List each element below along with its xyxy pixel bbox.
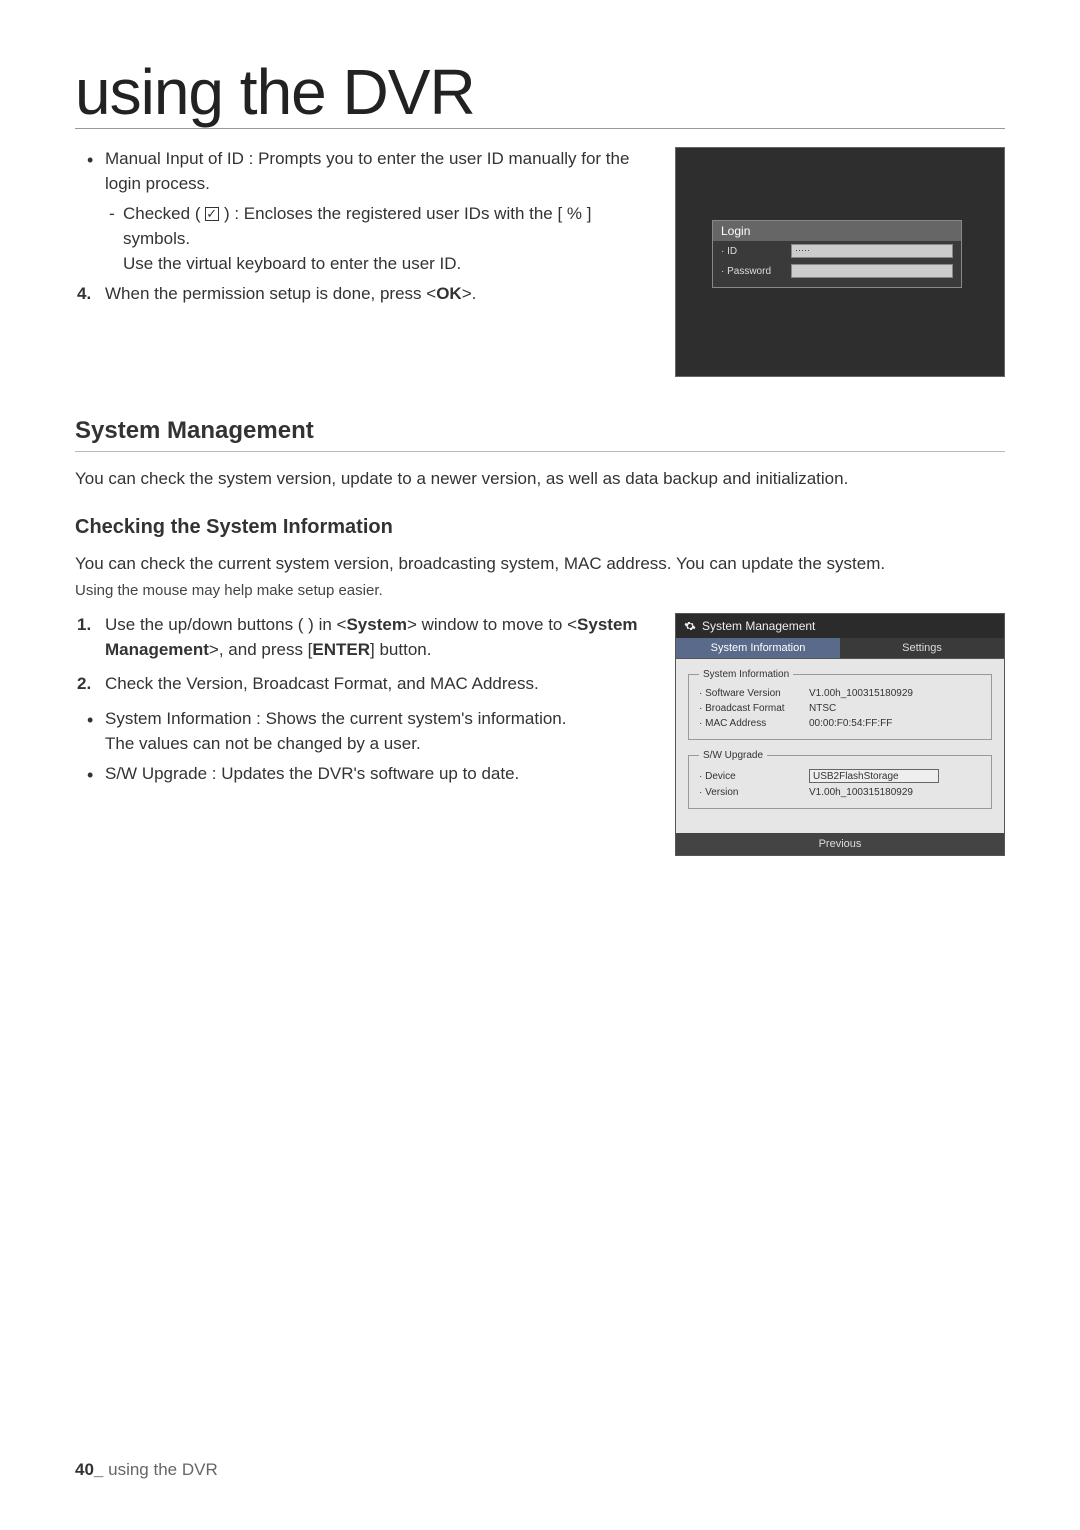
- bullet-sysinfo-b: The values can not be changed by a user.: [105, 734, 421, 753]
- row-mac-address-value: 00:00:F0:54:FF:FF: [809, 718, 981, 729]
- login-password-label: · Password: [721, 266, 791, 277]
- bullet-sysinfo-a: System Information : Shows the current s…: [105, 709, 566, 728]
- row-broadcast-format-value: NTSC: [809, 703, 981, 714]
- row-mac-address-label: · MAC Address: [699, 718, 809, 729]
- login-dialog-title: Login: [713, 221, 961, 241]
- page-footer: 40_ using the DVR: [75, 1460, 218, 1480]
- bullet-manual-input: Manual Input of ID : Prompts you to ente…: [105, 147, 651, 276]
- step-4-ok: OK: [436, 284, 462, 303]
- row-version-label: · Version: [699, 787, 809, 798]
- step-1-system: System: [346, 615, 406, 634]
- step-1-enter: ENTER: [312, 640, 370, 659]
- dash-checked-pre: Checked (: [123, 204, 200, 223]
- sys-panel-titlebar: System Management: [676, 614, 1004, 638]
- row-software-version-value: V1.00h_100315180929: [809, 688, 981, 699]
- login-password-input[interactable]: [791, 264, 953, 278]
- previous-button[interactable]: Previous: [676, 833, 1004, 855]
- subsection-mouse-note: Using the mouse may help make setup easi…: [75, 582, 1005, 599]
- login-id-label: · ID: [721, 246, 791, 257]
- step-4: 4. When the permission setup is done, pr…: [105, 282, 651, 307]
- section-system-management-intro: You can check the system version, update…: [75, 466, 1005, 492]
- device-select[interactable]: USB2FlashStorage: [809, 769, 939, 783]
- subsection-checking-sysinfo-title: Checking the System Information: [75, 516, 1005, 539]
- step-2-number: 2.: [77, 672, 91, 697]
- step-4-text-c: >.: [462, 284, 477, 303]
- group-sw-upgrade: S/W Upgrade · Device USB2FlashStorage · …: [688, 750, 992, 809]
- gear-icon: [684, 620, 696, 632]
- step-1-e: >, and press [: [209, 640, 312, 659]
- step-1-a: Use the up/down buttons ( ) in <: [105, 615, 346, 634]
- bullet-sw-upgrade: S/W Upgrade : Updates the DVR's software…: [105, 762, 651, 787]
- subsection-checking-sysinfo-intro: You can check the current system version…: [75, 551, 1005, 577]
- row-software-version-label: · Software Version: [699, 688, 809, 699]
- step-2-text: Check the Version, Broadcast Format, and…: [105, 674, 539, 693]
- bullet-sysinfo: System Information : Shows the current s…: [105, 707, 651, 756]
- login-dialog: Login · ID ····· · Password: [712, 220, 962, 288]
- row-version-value: V1.00h_100315180929: [809, 787, 981, 798]
- row-device-label: · Device: [699, 771, 809, 782]
- group-system-information-legend: System Information: [699, 669, 793, 680]
- checkbox-icon: [205, 207, 219, 221]
- step-1: 1. Use the up/down buttons ( ) in <Syste…: [105, 613, 651, 662]
- page-title: using the DVR: [75, 60, 1005, 128]
- step-4-number: 4.: [77, 282, 91, 307]
- login-id-input[interactable]: ·····: [791, 244, 953, 258]
- bullet-sw-upgrade-text: S/W Upgrade : Updates the DVR's software…: [105, 764, 519, 783]
- bullet-manual-input-text: Manual Input of ID : Prompts you to ente…: [105, 149, 629, 193]
- sys-panel-title: System Management: [702, 619, 815, 633]
- footer-page-number: 40_: [75, 1460, 103, 1479]
- step-1-number: 1.: [77, 613, 91, 638]
- step-2: 2. Check the Version, Broadcast Format, …: [105, 672, 651, 697]
- row-broadcast-format-label: · Broadcast Format: [699, 703, 809, 714]
- tab-system-information[interactable]: System Information: [676, 638, 840, 659]
- title-wrap: using the DVR: [75, 60, 1005, 129]
- group-sw-upgrade-legend: S/W Upgrade: [699, 750, 767, 761]
- step-4-text-a: When the permission setup is done, press…: [105, 284, 436, 303]
- group-system-information: System Information · Software Version V1…: [688, 669, 992, 740]
- login-screenshot: Login · ID ····· · Password: [675, 147, 1005, 377]
- tab-settings[interactable]: Settings: [840, 638, 1004, 659]
- section-system-management-title: System Management: [75, 417, 1005, 452]
- dash-checked: Checked ( ) : Encloses the registered us…: [123, 202, 651, 276]
- dash-checked-line2: Use the virtual keyboard to enter the us…: [123, 254, 461, 273]
- step-1-c: > window to move to <: [407, 615, 577, 634]
- step-1-g: ] button.: [370, 640, 431, 659]
- system-management-screenshot: System Management System Information Set…: [675, 613, 1005, 856]
- footer-page-text: using the DVR: [108, 1460, 218, 1479]
